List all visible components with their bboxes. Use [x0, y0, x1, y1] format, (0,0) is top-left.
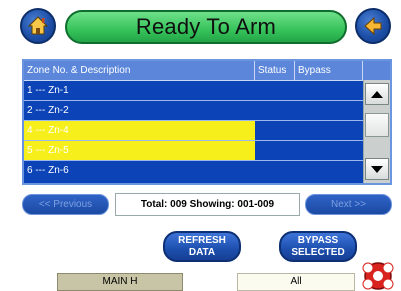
zone-row[interactable]: 5 --- Zn-5	[24, 141, 363, 161]
zone-table-header: Zone No. & Description Status Bypass	[24, 61, 390, 81]
home-icon	[27, 16, 49, 35]
zone-row[interactable]: 4 --- Zn-4	[24, 121, 363, 141]
scroll-up-button[interactable]	[365, 83, 389, 105]
bypass-label-line1: BYPASS	[297, 234, 339, 246]
status-title-bar: Ready To Arm	[65, 10, 347, 44]
column-header-bypass: Bypass	[295, 61, 363, 80]
back-arrow-icon	[364, 16, 382, 36]
bypass-label-line2: SELECTED	[291, 246, 345, 258]
zone-label: 5 --- Zn-5	[27, 145, 69, 156]
zone-row[interactable]: 2 --- Zn-2	[24, 101, 363, 121]
scroll-down-button[interactable]	[365, 158, 389, 180]
zone-row[interactable]: 6 --- Zn-6	[24, 161, 363, 183]
partition-selector[interactable]: MAIN H	[57, 273, 183, 291]
back-button[interactable]	[355, 8, 391, 44]
zone-label: 4 --- Zn-4	[27, 125, 69, 136]
refresh-label-line2: DATA	[188, 246, 216, 258]
page-title: Ready To Arm	[135, 14, 277, 39]
refresh-data-button[interactable]: REFRESH DATA	[163, 231, 241, 262]
column-header-description: Zone No. & Description	[24, 61, 255, 80]
column-header-status: Status	[255, 61, 295, 80]
next-page-button[interactable]: Next >>	[305, 194, 392, 215]
zone-label: 2 --- Zn-2	[27, 105, 69, 116]
refresh-label-line1: REFRESH	[178, 234, 226, 246]
home-button[interactable]	[20, 8, 56, 44]
chevron-down-icon	[371, 165, 383, 173]
zone-label: 6 --- Zn-6	[27, 165, 69, 176]
scroll-thumb[interactable]	[365, 113, 389, 137]
zone-filter-selector[interactable]: All	[237, 273, 355, 291]
alarm-icon[interactable]	[361, 261, 395, 291]
zone-list-panel: Zone No. & Description Status Bypass 1 -…	[22, 59, 392, 185]
chevron-up-icon	[371, 90, 383, 98]
zone-list-scrollbar[interactable]	[363, 80, 390, 183]
bypass-selected-button[interactable]: BYPASS SELECTED	[279, 231, 357, 262]
previous-page-button[interactable]: << Previous	[22, 194, 109, 215]
security-panel-screen: Ready To Arm Zone No. & Description Stat…	[0, 0, 401, 291]
zone-row[interactable]: 1 --- Zn-1	[24, 81, 363, 101]
zone-count-summary: Total: 009 Showing: 001-009	[115, 193, 300, 216]
zone-label: 1 --- Zn-1	[27, 85, 69, 96]
